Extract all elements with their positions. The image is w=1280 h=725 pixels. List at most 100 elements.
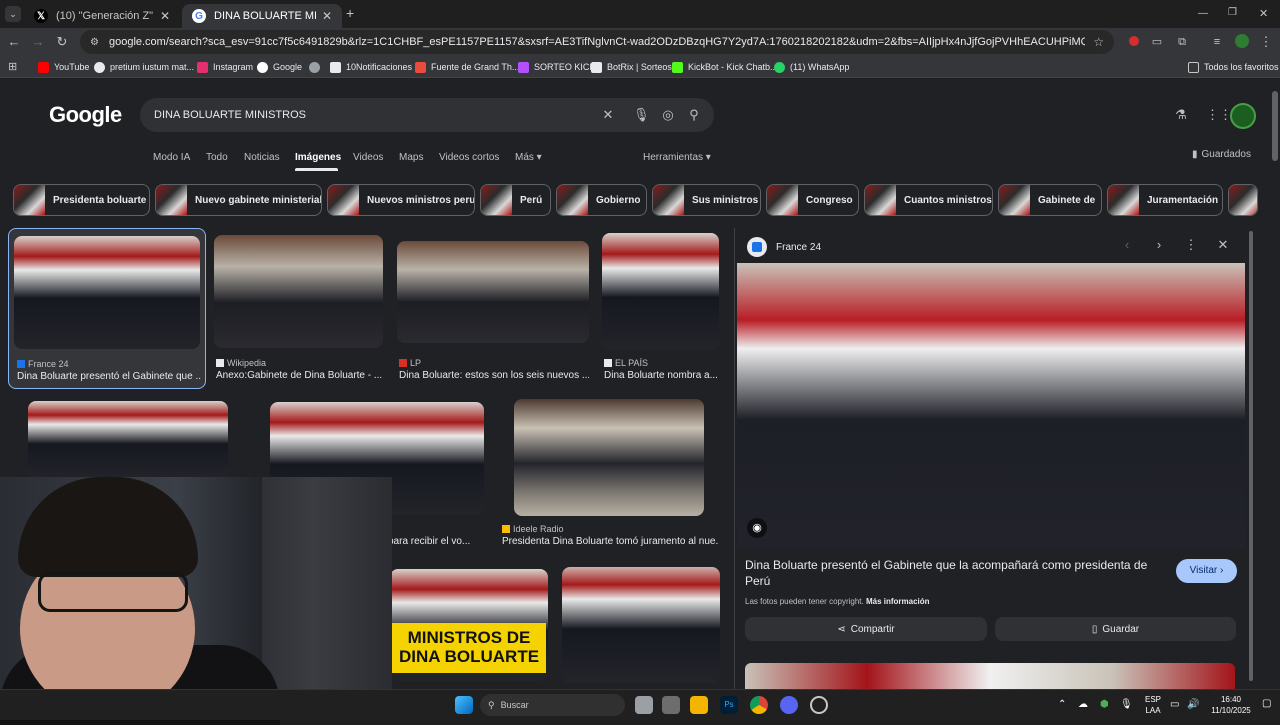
clock[interactable]: 16:40 11/10/2025	[1206, 694, 1256, 716]
result-card[interactable]: Wikipedia Anexo:Gabinete de Dina Boluart…	[213, 228, 385, 389]
account-avatar[interactable]	[1230, 103, 1256, 129]
result-card[interactable]	[562, 567, 720, 689]
windows-start-icon[interactable]	[455, 696, 473, 714]
preview-title[interactable]: Dina Boluarte presentó el Gabinete que l…	[745, 557, 1165, 589]
discord-icon[interactable]	[780, 696, 798, 714]
result-card[interactable]: LP Dina Boluarte: estos son los seis nue…	[396, 228, 592, 389]
apps-grid-icon[interactable]: ⊞	[8, 60, 17, 73]
tab-mas[interactable]: Más ▾	[515, 152, 542, 163]
bookmark-instagram[interactable]: Instagram	[197, 59, 253, 75]
lens-icon[interactable]: ◎	[660, 107, 676, 123]
share-button[interactable]: ⋖ Compartir	[745, 617, 987, 641]
bookmark-fuente-gta[interactable]: Fuente de Grand Th...	[415, 59, 519, 75]
chip-presidenta-boluarte[interactable]: Presidenta boluarte	[13, 184, 150, 216]
notification-icon[interactable]: ▢	[1262, 698, 1271, 709]
more-info-link[interactable]: Más información	[866, 597, 930, 606]
chip-more[interactable]	[1228, 184, 1258, 216]
network-icon[interactable]: ▭	[1170, 699, 1179, 710]
saved-button[interactable]: ▮ Guardados	[1192, 149, 1251, 160]
result-card[interactable]: MINISTROS DE DINA BOLUARTE	[390, 567, 550, 689]
minimize-icon[interactable]: —	[1198, 8, 1208, 19]
search-icon[interactable]: ⚲	[686, 107, 702, 123]
bookmark-star-icon[interactable]: ☆	[1093, 35, 1104, 49]
bookmark-pretium[interactable]: pretium iustum mat...	[94, 59, 194, 75]
bookmark-unnamed[interactable]	[309, 59, 325, 75]
tab-imagenes[interactable]: Imágenes	[295, 152, 341, 163]
chip-nuevo-gabinete[interactable]: Nuevo gabinete ministerial	[155, 184, 322, 216]
profile-avatar[interactable]	[1234, 34, 1250, 50]
apps-grid-icon[interactable]: ⋮⋮	[1206, 107, 1232, 123]
browser-tab-google[interactable]: G DINA BOLUARTE MINISTROS - ✕	[182, 4, 342, 28]
extension-red-icon[interactable]	[1126, 34, 1142, 50]
taskbar-search[interactable]: ⚲ Buscar	[480, 694, 625, 716]
tab-videos[interactable]: Videos	[353, 152, 383, 163]
chip-peru[interactable]: Perú	[480, 184, 551, 216]
search-input[interactable]: DINA BOLUARTE MINISTROS	[140, 98, 714, 132]
tools-button[interactable]: Herramientas ▾	[643, 152, 711, 163]
language-indicator[interactable]: ESP LAA	[1143, 694, 1163, 716]
browser-tab-x[interactable]: 𝕏 (10) "Generación Z" - Buscar / X ✕	[24, 4, 180, 28]
reload-icon[interactable]: ↻	[54, 34, 70, 50]
bookmark-botrix[interactable]: BotRix | Sorteos	[591, 59, 672, 75]
google-logo[interactable]: Google	[49, 102, 122, 128]
onedrive-icon[interactable]: ☁	[1078, 699, 1088, 710]
restore-icon[interactable]: ❐	[1228, 7, 1237, 18]
scrollbar-thumb[interactable]	[1272, 91, 1278, 161]
result-card[interactable]: EL PAÍS Dina Boluarte nombra a...	[601, 228, 721, 389]
tab-todo[interactable]: Todo	[206, 152, 228, 163]
next-icon[interactable]: ›	[1151, 237, 1167, 253]
chip-juramentacion[interactable]: Juramentación	[1107, 184, 1223, 216]
bookmark-youtube[interactable]: YouTube	[38, 59, 89, 75]
result-card[interactable]: Ideele Radio Presidenta Dina Boluarte to…	[500, 399, 720, 559]
site-info-icon[interactable]: ⚙	[90, 37, 99, 48]
media-controls-icon[interactable]: ≡	[1209, 34, 1225, 50]
defender-icon[interactable]: ⬢	[1100, 699, 1109, 710]
app-icon[interactable]	[662, 696, 680, 714]
save-button[interactable]: ▯ Guardar	[995, 617, 1236, 641]
visit-button[interactable]: Visitar ›	[1176, 559, 1237, 583]
panel-scrollbar[interactable]	[1249, 231, 1253, 681]
tab-videos-cortos[interactable]: Videos cortos	[439, 152, 499, 163]
chrome-icon[interactable]	[750, 696, 768, 714]
panel-source[interactable]: France 24	[747, 237, 821, 257]
tray-chevron-icon[interactable]: ⌃	[1058, 699, 1066, 710]
menu-kebab-icon[interactable]: ⋮	[1258, 34, 1274, 50]
new-tab-button[interactable]: +	[346, 6, 360, 20]
bookmark-all-folder[interactable]: Todos los favoritos	[1188, 59, 1279, 75]
preview-image[interactable]	[737, 263, 1245, 548]
chip-nuevos-ministros[interactable]: Nuevos ministros peru	[327, 184, 475, 216]
volume-icon[interactable]: 🔊	[1187, 699, 1199, 710]
clear-icon[interactable]: ✕	[600, 107, 616, 123]
result-card-selected[interactable]: France 24 Dina Boluarte presentó el Gabi…	[8, 228, 206, 389]
bookmark-10notificaciones[interactable]: 10Notificaciones	[330, 59, 412, 75]
labs-flask-icon[interactable]: ⚗	[1173, 107, 1189, 123]
photoshop-icon[interactable]: Ps	[720, 696, 738, 714]
bookmark-whatsapp[interactable]: (11) WhatsApp	[774, 59, 849, 75]
extensions-puzzle-icon[interactable]: ⧉	[1174, 34, 1190, 50]
back-icon[interactable]: ←	[6, 34, 22, 50]
close-icon[interactable]: ✕	[322, 9, 332, 23]
chip-congreso[interactable]: Congreso	[766, 184, 859, 216]
file-explorer-icon[interactable]	[690, 696, 708, 714]
extension-card-icon[interactable]: ▭	[1149, 34, 1165, 50]
chip-sus-ministros[interactable]: Sus ministros	[652, 184, 761, 216]
task-view-icon[interactable]	[635, 696, 653, 714]
chip-cuantos-ministros[interactable]: Cuantos ministros	[864, 184, 993, 216]
lens-icon[interactable]: ◉	[747, 518, 767, 538]
prev-icon[interactable]: ‹	[1119, 237, 1135, 253]
mic-icon[interactable]: 🎙	[1120, 699, 1133, 710]
more-icon[interactable]: ⋮	[1183, 237, 1199, 253]
mic-icon[interactable]: 🎙	[633, 107, 650, 123]
address-bar[interactable]: ⚙ google.com/search?sca_esv=91cc7f5c6491…	[80, 30, 1114, 54]
window-close-icon[interactable]: ✕	[1259, 7, 1268, 20]
close-icon[interactable]: ✕	[1215, 237, 1231, 253]
tab-noticias[interactable]: Noticias	[244, 152, 280, 163]
tab-search-button[interactable]: ⌄	[5, 6, 21, 22]
bookmark-google[interactable]: Google	[257, 59, 302, 75]
chip-gabinete-de[interactable]: Gabinete de	[998, 184, 1102, 216]
tab-maps[interactable]: Maps	[399, 152, 423, 163]
recording-app-icon[interactable]	[810, 696, 828, 714]
bookmark-sorteo-kick[interactable]: SORTEO KICK	[518, 59, 595, 75]
close-icon[interactable]: ✕	[160, 9, 170, 23]
chip-gobierno[interactable]: Gobierno	[556, 184, 647, 216]
